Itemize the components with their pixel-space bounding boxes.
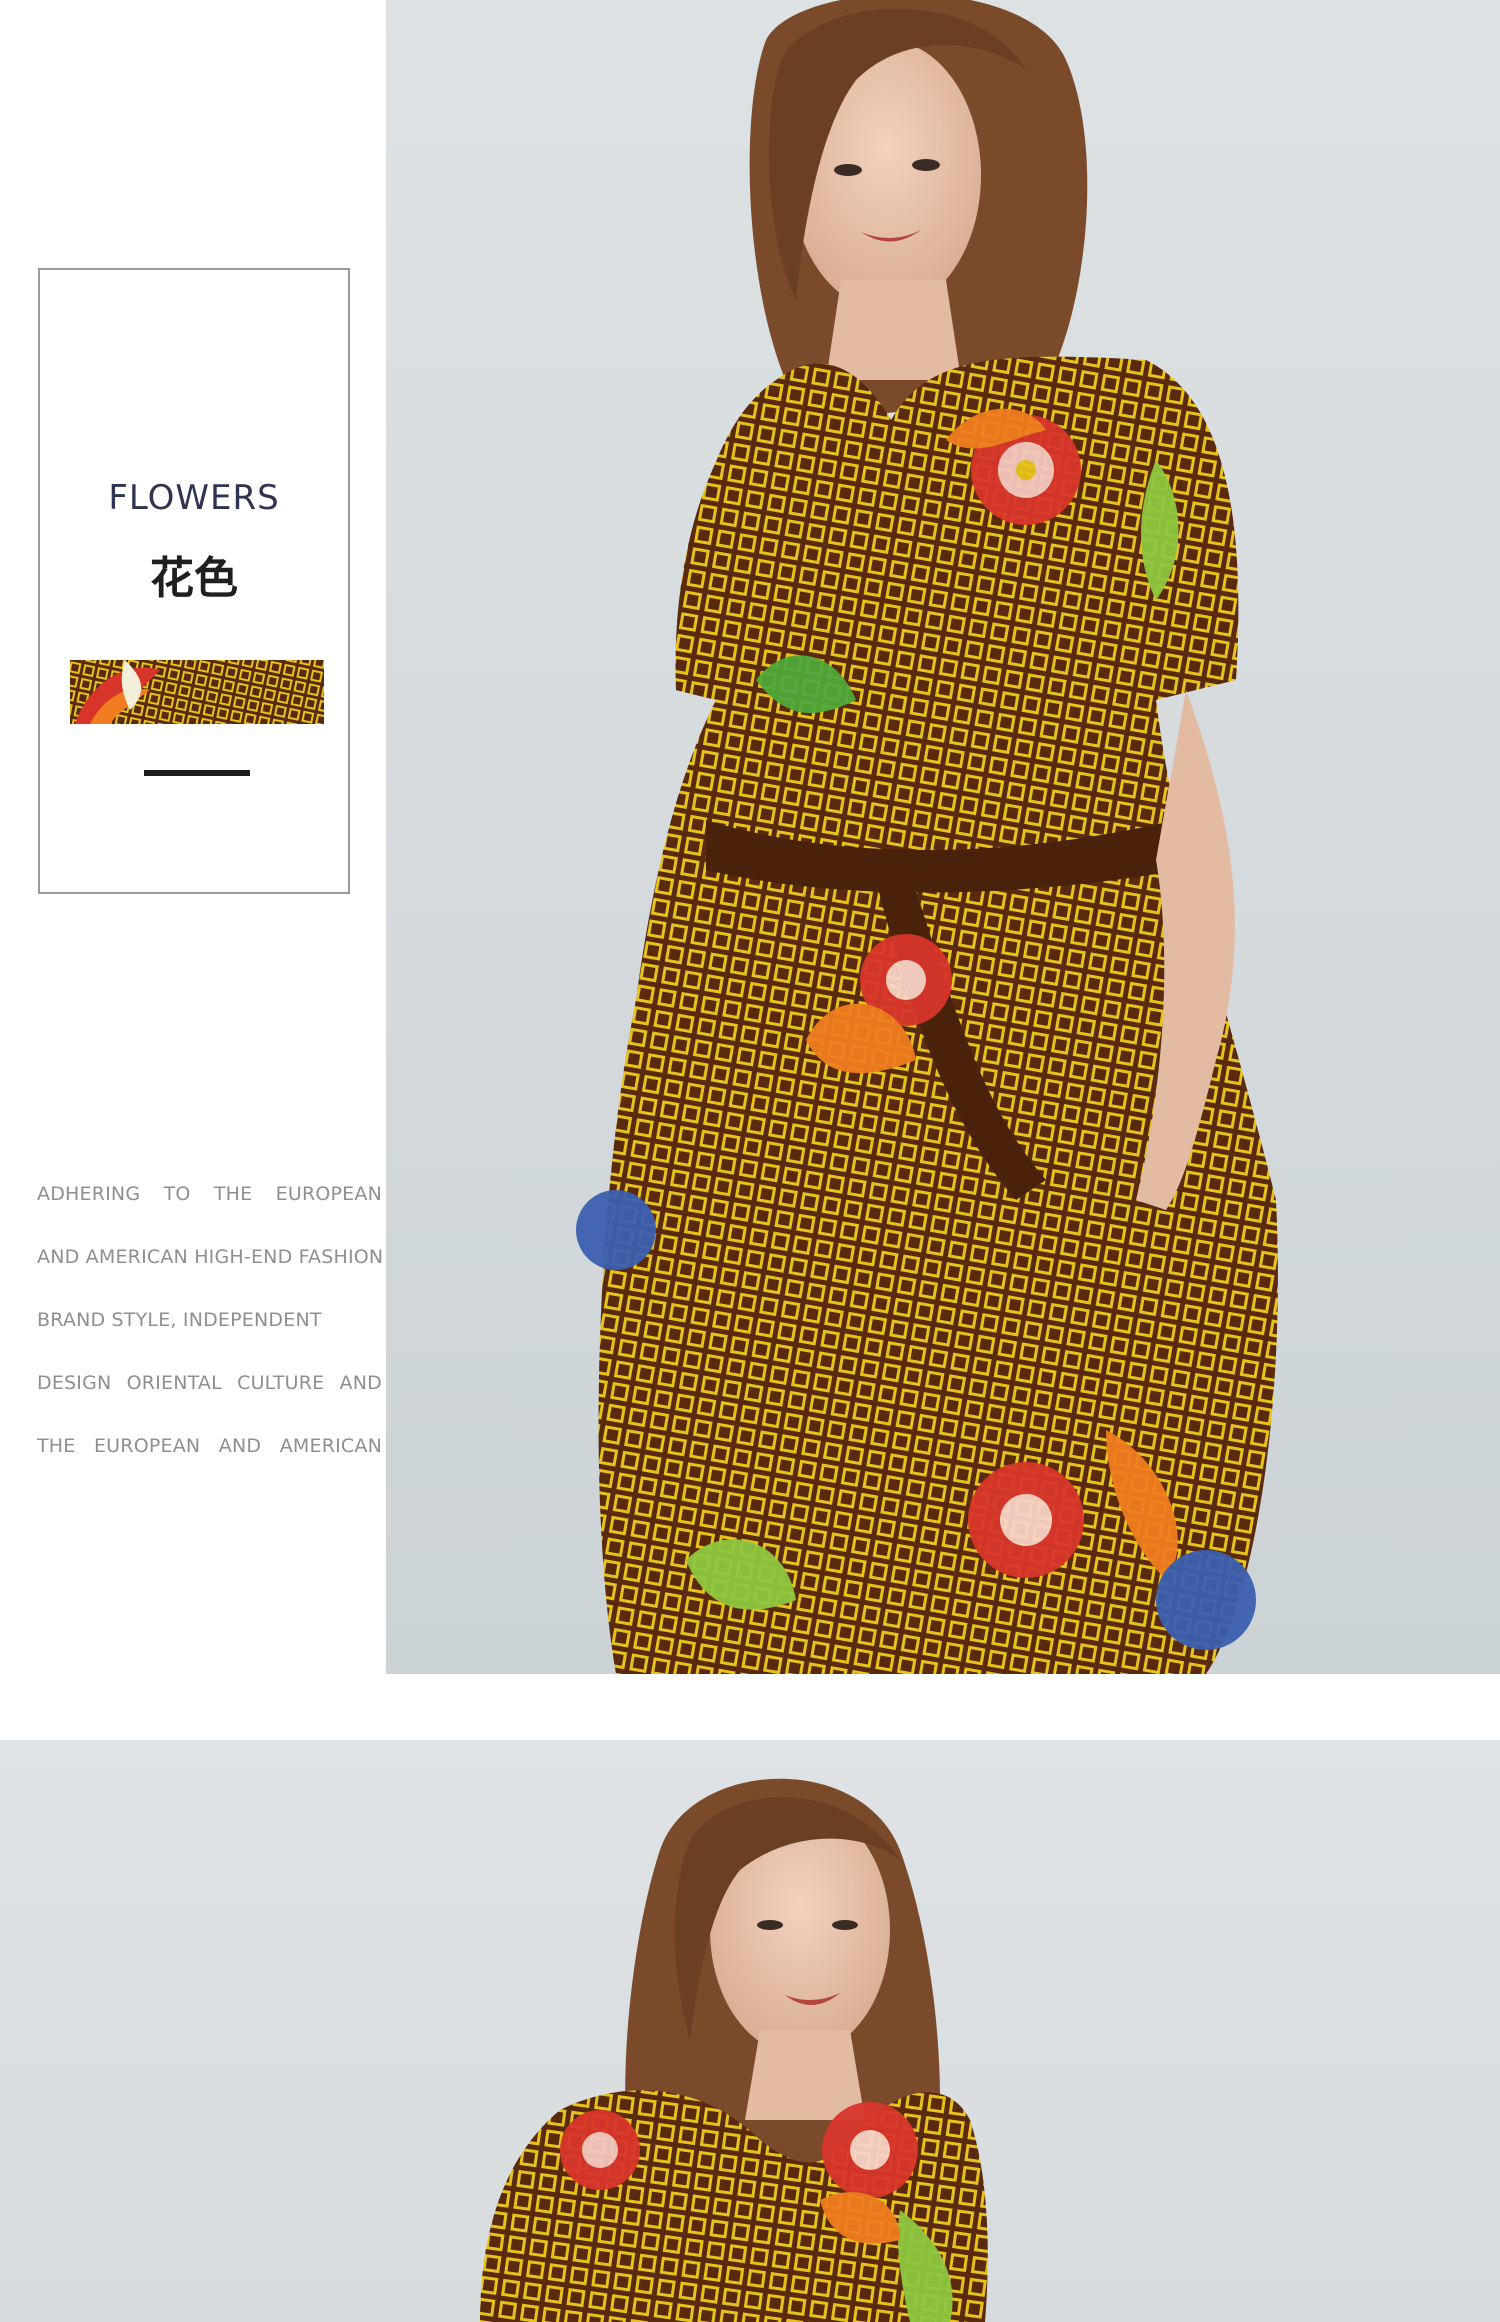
brand-line: THE EUROPEAN AND AMERICAN bbox=[37, 1435, 382, 1457]
color-title-en: FLOWERS bbox=[108, 478, 280, 518]
brand-line: ADHERING TO THE EUROPEAN bbox=[37, 1183, 382, 1205]
color-title-cn: 花色 bbox=[150, 553, 238, 604]
brand-line: BRAND STYLE, INDEPENDENT bbox=[37, 1309, 322, 1331]
model-photo-closeup bbox=[0, 1740, 1500, 2322]
brand-description: ADHERING TO THE EUROPEAN AND AMERICAN HI… bbox=[37, 1172, 392, 1487]
fabric-swatch-icon bbox=[70, 660, 324, 724]
card-divider bbox=[144, 770, 250, 776]
brand-line: DESIGN ORIENTAL CULTURE AND bbox=[37, 1372, 382, 1394]
brand-line: AND AMERICAN HIGH-END FASHION bbox=[37, 1246, 384, 1268]
model-photo-front bbox=[386, 0, 1500, 1674]
product-detail-page: FLOWERS 花色 ADHERING TO THE EUROPEAN AND … bbox=[0, 0, 1500, 2322]
model-closeup-illustration bbox=[480, 1778, 988, 2322]
color-card: FLOWERS 花色 bbox=[38, 268, 350, 894]
model-front-illustration bbox=[576, 0, 1278, 1674]
